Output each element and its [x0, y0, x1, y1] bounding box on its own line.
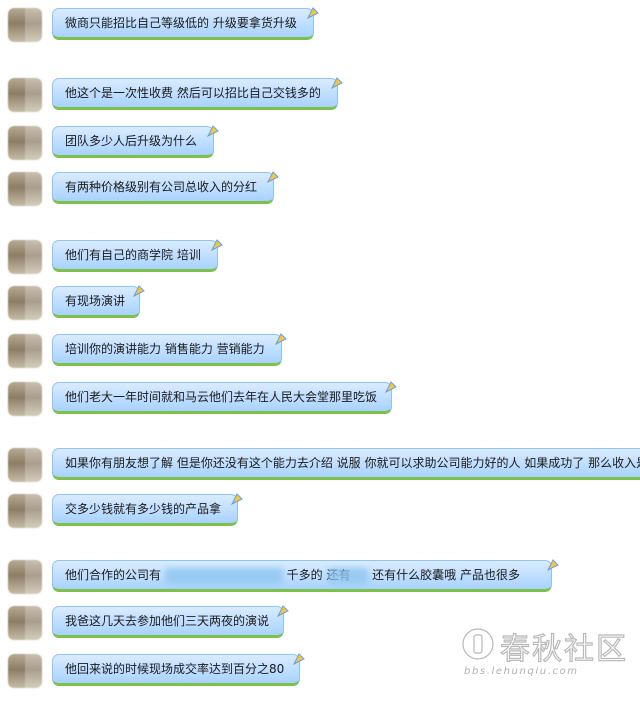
- message-row: 他们老大一年时间就和马云他们去年在人民大会堂那里吃饭: [0, 380, 640, 424]
- redacted-text: [328, 567, 369, 584]
- message-bubble[interactable]: 我爸这几天去参加他们三天两夜的演说: [52, 606, 284, 638]
- bubble-corner-icon: [330, 77, 343, 90]
- chat-log: 微商只能招比自己等级低的 升级要拿货升级 他这个是一次性收费 然后可以招比自己交…: [0, 0, 640, 705]
- bubble-corner-icon: [132, 285, 145, 298]
- message-bubble[interactable]: 他们老大一年时间就和马云他们去年在人民大会堂那里吃饭: [52, 382, 392, 414]
- redacted-text: [164, 567, 283, 584]
- message-text: 他们有自己的商学院 培训: [65, 248, 201, 262]
- avatar[interactable]: [8, 8, 42, 42]
- message-row: 他们合作的公司有 千多的 还有 还有什么胶囊哦 产品也很多: [0, 558, 640, 602]
- message-row: 团队多少人后升级为什么: [0, 124, 640, 168]
- bubble-corner-icon: [276, 605, 289, 618]
- avatar[interactable]: [8, 560, 42, 594]
- message-text: 有现场演讲: [65, 294, 126, 308]
- message-row: 有现场演讲: [0, 284, 640, 328]
- message-bubble[interactable]: 他这个是一次性收费 然后可以招比自己交钱多的: [52, 78, 338, 110]
- avatar[interactable]: [8, 606, 42, 640]
- avatar[interactable]: [8, 494, 42, 528]
- avatar[interactable]: [8, 654, 42, 688]
- message-bubble[interactable]: 他回来说的时候现场成交率达到百分之80: [52, 654, 300, 686]
- message-bubble[interactable]: 团队多少人后升级为什么: [52, 126, 214, 158]
- avatar[interactable]: [8, 382, 42, 416]
- avatar[interactable]: [8, 172, 42, 206]
- message-text: 他这个是一次性收费 然后可以招比自己交钱多的: [65, 86, 321, 100]
- avatar[interactable]: [8, 240, 42, 274]
- message-text: 有两种价格级别有公司总收入的分红: [65, 180, 258, 194]
- message-text: 培训你的演讲能力 销售能力 营销能力: [65, 342, 265, 356]
- message-text: 如果你有朋友想了解 但是你还没有这个能力去介绍 说服 你就可以求助公司能力好的人…: [65, 456, 640, 470]
- message-bubble[interactable]: 如果你有朋友想了解 但是你还没有这个能力去介绍 说服 你就可以求助公司能力好的人…: [52, 448, 640, 480]
- message-text: 交多少钱就有多少钱的产品拿: [65, 502, 222, 516]
- message-text: 我爸这几天去参加他们三天两夜的演说: [65, 614, 270, 628]
- message-bubble[interactable]: 他们有自己的商学院 培训: [52, 240, 218, 272]
- bubble-corner-icon: [274, 333, 287, 346]
- message-row: 他这个是一次性收费 然后可以招比自己交钱多的: [0, 76, 640, 120]
- bubble-corner-icon: [292, 653, 305, 666]
- avatar[interactable]: [8, 126, 42, 160]
- message-bubble[interactable]: 有两种价格级别有公司总收入的分红: [52, 172, 274, 204]
- message-text: 还有什么胶囊哦 产品也很多: [372, 568, 520, 582]
- bubble-corner-icon: [210, 239, 223, 252]
- bubble-corner-icon: [384, 381, 397, 394]
- bubble-corner-icon: [266, 171, 279, 184]
- message-bubble[interactable]: 有现场演讲: [52, 286, 140, 318]
- message-row: 培训你的演讲能力 销售能力 营销能力: [0, 332, 640, 376]
- message-row: 有两种价格级别有公司总收入的分红: [0, 170, 640, 214]
- message-row: 交多少钱就有多少钱的产品拿: [0, 492, 640, 536]
- message-row: 微商只能招比自己等级低的 升级要拿货升级: [0, 6, 640, 50]
- watermark-logo-icon: [461, 627, 495, 661]
- message-text: 他们合作的公司有: [65, 568, 162, 582]
- avatar[interactable]: [8, 448, 42, 482]
- message-bubble[interactable]: 他们合作的公司有 千多的 还有 还有什么胶囊哦 产品也很多: [52, 560, 552, 592]
- message-row: 如果你有朋友想了解 但是你还没有这个能力去介绍 说服 你就可以求助公司能力好的人…: [0, 446, 640, 490]
- bubble-corner-icon: [306, 7, 319, 20]
- message-bubble[interactable]: 微商只能招比自己等级低的 升级要拿货升级: [52, 8, 314, 40]
- watermark: 春秋社区 bbs.lehunqiu.com: [460, 622, 630, 688]
- message-bubble[interactable]: 培训你的演讲能力 销售能力 营销能力: [52, 334, 282, 366]
- message-text: 团队多少人后升级为什么: [65, 134, 198, 148]
- bubble-corner-icon: [206, 125, 219, 138]
- avatar[interactable]: [8, 334, 42, 368]
- message-bubble[interactable]: 交多少钱就有多少钱的产品拿: [52, 494, 238, 526]
- message-row: 他们有自己的商学院 培训: [0, 238, 640, 282]
- watermark-brand: 春秋社区: [499, 631, 628, 667]
- watermark-url: bbs.lehunqiu.com: [464, 666, 579, 677]
- avatar[interactable]: [8, 286, 42, 320]
- message-text: 他回来说的时候现场成交率达到百分之80: [65, 662, 285, 676]
- avatar[interactable]: [8, 78, 42, 112]
- message-text: 他们老大一年时间就和马云他们去年在人民大会堂那里吃饭: [65, 390, 378, 404]
- bubble-corner-icon: [230, 493, 243, 506]
- bubble-corner-icon: [546, 559, 559, 572]
- message-text: 微商只能招比自己等级低的 升级要拿货升级: [65, 16, 297, 30]
